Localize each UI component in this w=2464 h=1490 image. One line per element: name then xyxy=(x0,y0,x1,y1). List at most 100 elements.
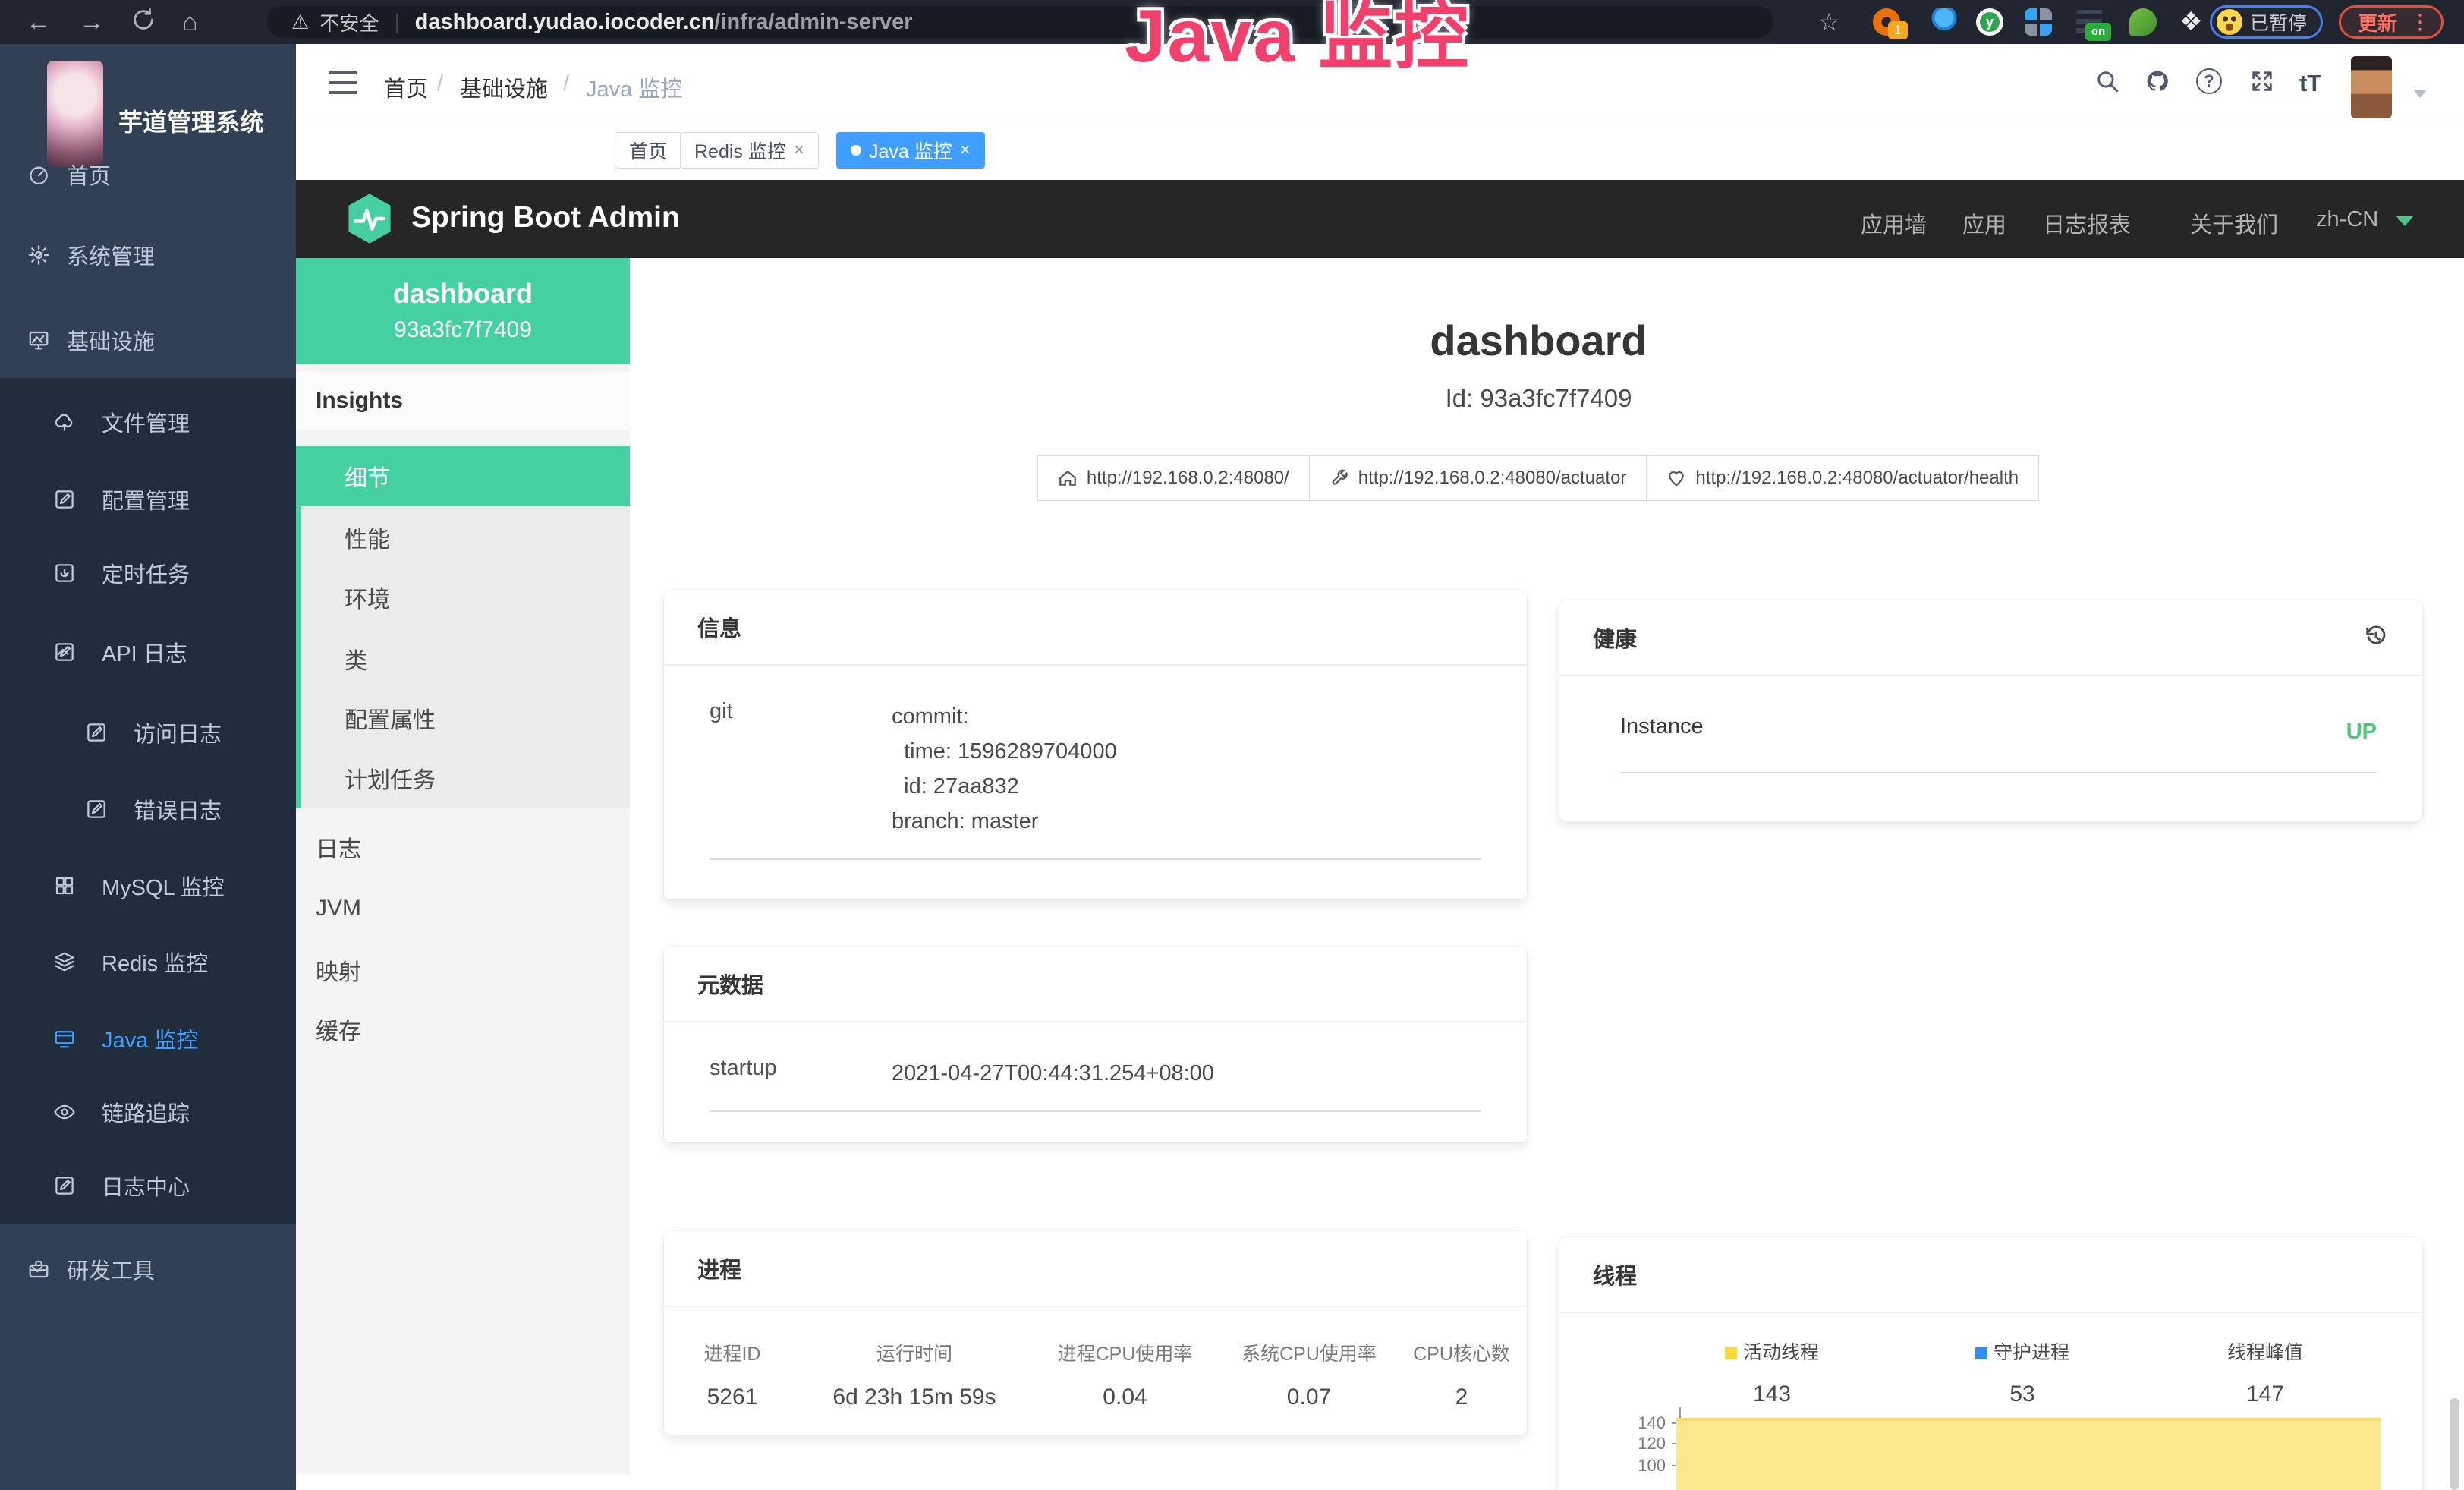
sidebar-item-access-log[interactable]: 访问日志 xyxy=(0,710,296,755)
status-badge: UP xyxy=(2346,714,2377,749)
mysql-grid-icon xyxy=(53,874,76,897)
sidebar-item-log-center[interactable]: 日志中心 xyxy=(0,1163,296,1208)
threads-area-chart xyxy=(1676,1418,2381,1490)
sidebar-item-file-manage[interactable]: 文件管理 xyxy=(0,399,296,445)
service-url-button[interactable]: http://192.168.0.2:48080/ xyxy=(1037,455,1310,501)
shocked-face-emoji-icon xyxy=(2217,9,2242,35)
sba-nav-about[interactable]: 关于我们 xyxy=(2190,207,2278,239)
sba-brand[interactable]: Spring Boot Admin xyxy=(411,201,680,235)
sba-nav-wallboard[interactable]: 应用墙 xyxy=(1861,207,1927,239)
actuator-url-button[interactable]: http://192.168.0.2:48080/actuator xyxy=(1309,455,1647,501)
chrome-update-button[interactable]: 更新 ⋮ xyxy=(2339,5,2444,39)
info-card: 信息 git commit: time: 1596289704000 id: 2… xyxy=(664,590,1527,899)
legend-live-threads: 活动线程 143 xyxy=(1643,1337,1901,1407)
search-icon[interactable] xyxy=(2094,68,2120,98)
chevron-up-icon xyxy=(27,330,47,350)
sidebar-item-mysql-monitor[interactable]: MySQL 监控 xyxy=(0,863,296,909)
spring-boot-admin-logo xyxy=(346,192,393,245)
sba-item-classes[interactable]: 类 xyxy=(296,628,630,689)
info-key: git xyxy=(710,699,892,839)
breadcrumb-home[interactable]: 首页 xyxy=(384,71,428,103)
sidebar-item-infra[interactable]: 基础设施 xyxy=(0,317,296,363)
sidebar-item-error-log[interactable]: 错误日志 xyxy=(0,786,296,832)
wrench-icon xyxy=(1330,468,1349,488)
paused-label: 已暂停 xyxy=(2250,8,2307,36)
help-icon[interactable]: ? xyxy=(2196,68,2222,94)
sba-item-scheduled-tasks[interactable]: 计划任务 xyxy=(296,748,630,808)
extension-leaf-icon[interactable] xyxy=(2129,8,2157,36)
card-title: 元数据 xyxy=(697,968,763,1000)
history-icon[interactable] xyxy=(2363,623,2389,653)
card-title: 进程 xyxy=(697,1252,741,1284)
sidebar-item-system[interactable]: 系统管理 xyxy=(0,232,296,278)
health-url-button[interactable]: http://192.168.0.2:48080/actuator/health xyxy=(1646,455,2039,501)
extension-grid-icon[interactable] xyxy=(2025,8,2052,36)
sidebar-item-java-monitor[interactable]: Java 监控 xyxy=(0,1016,296,1061)
address-bar[interactable]: ⚠ 不安全 | dashboard.yudao.iocoder.cn/infra… xyxy=(267,6,1773,38)
breadcrumb-infra[interactable]: 基础设施 xyxy=(460,71,548,103)
sidebar-item-redis-monitor[interactable]: Redis 监控 xyxy=(0,939,296,984)
sba-item-details[interactable]: 细节 xyxy=(296,446,630,506)
handwritten-annotation: Java 监控 xyxy=(1125,0,1470,77)
fullscreen-icon[interactable] xyxy=(2249,68,2275,98)
browser-back-icon[interactable]: ← xyxy=(26,9,52,35)
timer-icon xyxy=(53,562,76,584)
extension-pin-icon[interactable] xyxy=(1931,8,1958,36)
browser-reload-icon[interactable] xyxy=(131,7,156,37)
locale-caret-down-icon[interactable] xyxy=(2396,216,2413,226)
extension-letter: y xyxy=(1980,12,2000,32)
sba-item-metrics[interactable]: 性能 xyxy=(296,507,630,568)
locale-select[interactable]: zh-CN xyxy=(2316,207,2378,232)
extensions-puzzle-icon[interactable]: ❖ xyxy=(2179,9,2202,35)
sidebar-item-config-manage[interactable]: 配置管理 xyxy=(0,477,296,522)
info-row: git commit: time: 1596289704000 id: 27aa… xyxy=(710,666,1481,860)
avatar-caret-down-icon[interactable] xyxy=(2413,90,2427,98)
sba-item-jvm[interactable]: JVM xyxy=(296,878,630,939)
sba-item-logfile[interactable]: 日志 xyxy=(296,817,630,877)
sidebar-collapse-icon[interactable] xyxy=(329,71,357,94)
security-label[interactable]: 不安全 xyxy=(319,8,379,36)
sba-item-environment[interactable]: 环境 xyxy=(296,567,630,628)
sidebar-item-devtools[interactable]: 研发工具 xyxy=(0,1246,296,1292)
tab-redis-monitor[interactable]: Redis 监控 × xyxy=(680,132,819,169)
sidebar-item-api-log[interactable]: API 日志 xyxy=(0,629,296,675)
font-size-icon[interactable]: tT xyxy=(2299,70,2321,97)
sidebar-item-tracing[interactable]: 链路追踪 xyxy=(0,1089,296,1135)
card-title: 线程 xyxy=(1593,1258,1637,1290)
close-icon[interactable]: × xyxy=(960,140,971,161)
y-axis-tick: 100 xyxy=(1590,1456,1666,1476)
browser-home-icon[interactable]: ⌂ xyxy=(182,9,198,35)
cloud-upload-icon xyxy=(53,411,76,433)
card-title: 信息 xyxy=(697,611,741,643)
metadata-card: 元数据 startup 2021-04-27T00:44:31.254+08:0… xyxy=(664,947,1527,1142)
info-value: commit: time: 1596289704000 id: 27aa832 … xyxy=(892,699,1117,839)
user-avatar[interactable] xyxy=(2351,56,2392,118)
scrollbar-thumb[interactable] xyxy=(2450,1398,2459,1490)
sba-nav-journal[interactable]: 日志报表 xyxy=(2043,207,2131,239)
close-icon[interactable]: × xyxy=(794,140,804,161)
sidebar-item-scheduled-jobs[interactable]: 定时任务 xyxy=(0,550,296,596)
process-table-headers: 进程ID 运行时间 进程CPU使用率 系统CPU使用率 CPU核心数 xyxy=(664,1339,1527,1366)
sba-item-mappings[interactable]: 映射 xyxy=(296,940,630,1000)
paused-extension-badge[interactable]: 已暂停 xyxy=(2210,5,2323,39)
sidebar-item-home[interactable]: 首页 xyxy=(0,152,296,197)
metadata-row: startup 2021-04-27T00:44:31.254+08:00 xyxy=(710,1022,1481,1112)
tab-home[interactable]: 首页 xyxy=(615,132,681,169)
legend-square-icon xyxy=(1975,1347,1987,1359)
instance-header[interactable]: dashboard 93a3fc7f7409 xyxy=(296,258,630,364)
browser-forward-icon[interactable]: → xyxy=(79,9,105,35)
github-icon[interactable] xyxy=(2145,68,2170,98)
screen: ← → ⌂ ⚠ 不安全 | dashboard.yudao.iocoder.cn… xyxy=(0,0,2464,1490)
app-logo-avatar xyxy=(47,61,103,167)
sba-nav-applications[interactable]: 应用 xyxy=(1962,207,2006,239)
tab-java-monitor[interactable]: Java 监控 × xyxy=(836,132,985,169)
extension-on-badge: on xyxy=(2085,23,2111,41)
sba-item-config-props[interactable]: 配置属性 xyxy=(296,688,630,748)
health-key: Instance xyxy=(1620,714,1704,749)
sidebar-section-insights: Insights xyxy=(296,372,630,430)
chevron-up-icon xyxy=(53,642,73,662)
java-screen-icon xyxy=(53,1027,76,1050)
kebab-menu-icon[interactable]: ⋮ xyxy=(2409,11,2431,33)
bookmark-star-icon[interactable]: ☆ xyxy=(1818,10,1840,34)
sba-item-caches[interactable]: 缓存 xyxy=(296,999,630,1060)
